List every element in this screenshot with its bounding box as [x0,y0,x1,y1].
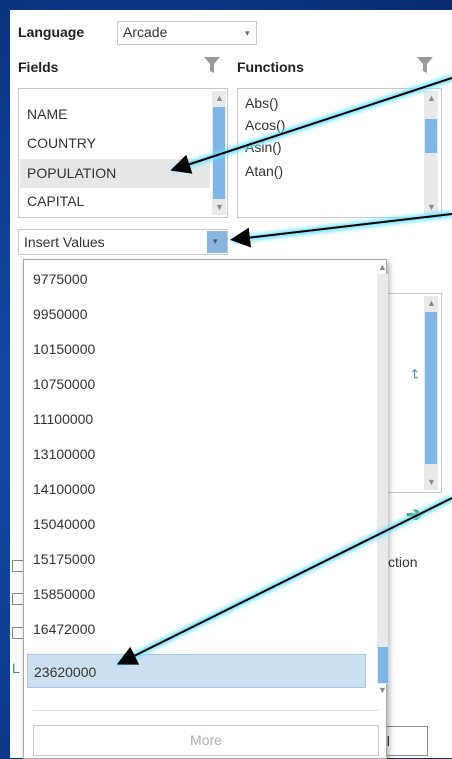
more-button[interactable]: More [33,725,379,756]
scrollbar-thumb[interactable] [425,312,437,464]
insert-values-dropdown[interactable]: 9775000 9950000 10150000 10750000 111000… [23,259,388,759]
dropdown-option-selected[interactable]: 23620000 [27,654,366,688]
filter-icon[interactable] [416,55,434,75]
fields-list[interactable]: NAME COUNTRY POPULATION CAPITAL ▲ ▼ [18,88,228,218]
partial-link[interactable]: L [12,660,20,676]
partial-label: ction [388,554,418,570]
insert-values-label: Insert Values [24,234,105,250]
functions-title: Functions [237,59,304,75]
list-item[interactable]: COUNTRY [27,135,96,151]
list-item[interactable]: Asin() [245,139,282,155]
language-label: Language [18,24,85,40]
chevron-down-icon: ▾ [213,236,218,246]
filter-icon[interactable] [203,55,221,75]
chevron-down-icon: ▾ [245,28,250,38]
scroll-up-icon[interactable]: ▲ [427,298,436,308]
dropdown-option[interactable]: 14100000 [24,472,365,506]
dropdown-option[interactable]: 16472000 [24,612,365,646]
dropdown-option[interactable]: 15850000 [24,577,365,611]
scroll-down-icon[interactable]: ▼ [378,685,387,695]
list-item[interactable]: Abs() [245,95,278,111]
expression-builder-panel: Language Arcade ▾ Fields Functions NAME … [10,10,452,759]
dropdown-option[interactable]: 15175000 [24,542,365,576]
dropdown-option[interactable]: 11100000 [24,402,365,436]
scrollbar-thumb[interactable] [425,119,437,153]
scroll-up-icon[interactable]: ▲ [215,93,224,103]
arrow-right-icon[interactable]: ➔ [406,502,423,527]
scrollbar[interactable] [377,274,388,684]
scrollbar-thumb[interactable] [213,107,225,199]
list-item[interactable]: Acos() [245,117,285,133]
language-select-value: Arcade [123,24,168,40]
dropdown-option[interactable]: 15040000 [24,507,365,541]
dropdown-option[interactable]: 13100000 [24,437,365,471]
fields-title: Fields [18,59,59,75]
wrap-icon: ↩ [407,368,423,380]
divider [33,710,379,711]
dropdown-option[interactable]: 10750000 [24,367,365,401]
dropdown-option[interactable]: 9775000 [24,262,365,296]
list-item[interactable]: NAME [27,106,67,122]
dropdown-button[interactable]: ▾ [207,231,227,253]
scroll-down-icon[interactable]: ▼ [427,202,436,212]
dropdown-option[interactable]: 9950000 [24,297,365,331]
functions-list[interactable]: Abs() Acos() Asin() Atan() ▲ ▼ [237,88,442,218]
scrollbar[interactable] [424,91,438,215]
scroll-up-icon[interactable]: ▲ [378,262,387,272]
list-item-selected[interactable]: POPULATION [20,159,210,188]
list-item[interactable]: CAPITAL [27,193,84,209]
scrollbar-thumb[interactable] [378,647,388,683]
scroll-down-icon[interactable]: ▼ [427,477,436,487]
scroll-down-icon[interactable]: ▼ [215,202,224,212]
scroll-up-icon[interactable]: ▲ [427,93,436,103]
insert-values-select[interactable]: Insert Values ▾ [18,229,228,255]
dropdown-option[interactable]: 10150000 [24,332,365,366]
language-select[interactable]: Arcade ▾ [117,21,257,45]
list-item[interactable]: Atan() [245,163,283,179]
